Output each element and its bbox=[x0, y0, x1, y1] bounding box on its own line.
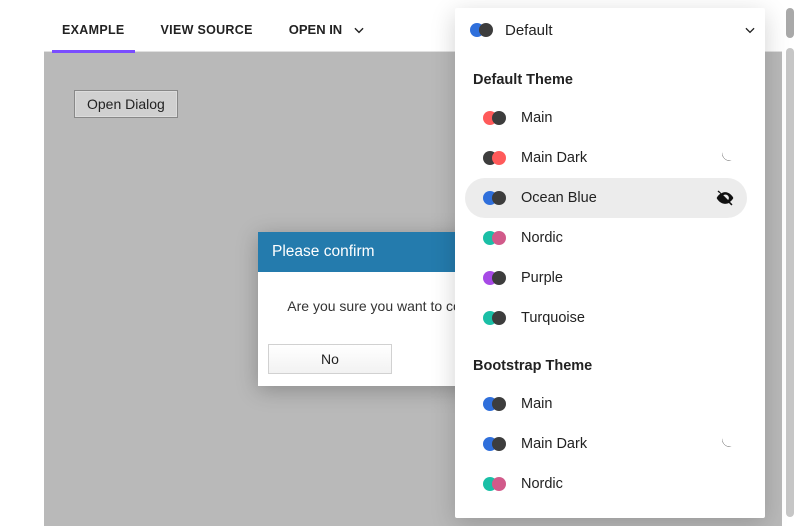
theme-option[interactable]: Turquoise bbox=[465, 298, 747, 338]
theme-option-label: Turquoise bbox=[521, 310, 585, 326]
theme-option-label: Nordic bbox=[521, 230, 563, 246]
eye-off-icon bbox=[715, 188, 735, 208]
theme-option-label: Main bbox=[521, 396, 552, 412]
theme-swatch bbox=[483, 231, 521, 245]
tab-view-source[interactable]: VIEW SOURCE bbox=[143, 8, 271, 52]
theme-option[interactable]: Nordic bbox=[465, 218, 747, 258]
theme-select-trigger[interactable]: Default bbox=[455, 8, 765, 52]
theme-option-label: Purple bbox=[521, 270, 563, 286]
theme-option-label: Main Dark bbox=[521, 436, 587, 452]
theme-swatch bbox=[483, 311, 521, 325]
tab-example[interactable]: EXAMPLE bbox=[44, 8, 143, 52]
theme-swatch bbox=[483, 477, 521, 491]
theme-swatch bbox=[483, 111, 521, 125]
theme-option[interactable]: Ocean Blue bbox=[465, 178, 747, 218]
theme-option[interactable]: Main bbox=[465, 384, 747, 424]
moon-icon bbox=[715, 148, 735, 168]
theme-option[interactable]: Main Dark bbox=[465, 138, 747, 178]
theme-group-title: Default Theme bbox=[455, 52, 757, 98]
theme-option-label: Nordic bbox=[521, 476, 563, 492]
selected-theme-swatch bbox=[470, 23, 493, 37]
theme-group-title: Bootstrap Theme bbox=[455, 338, 757, 384]
page-scrollbar-track bbox=[786, 48, 794, 517]
theme-option-label: Main bbox=[521, 110, 552, 126]
chevron-down-icon bbox=[743, 23, 757, 37]
selected-theme-name: Default bbox=[505, 22, 553, 39]
theme-option-label: Ocean Blue bbox=[521, 190, 597, 206]
theme-option-list[interactable]: Default Theme Main Main Dark Ocean Blue Nord… bbox=[455, 52, 757, 518]
open-in-label: OPEN IN bbox=[289, 22, 342, 37]
theme-dropdown-panel: Default Default Theme Main Main Dark Ocean … bbox=[455, 8, 765, 518]
chevron-down-icon bbox=[352, 23, 366, 37]
theme-swatch bbox=[483, 397, 521, 411]
open-in-button[interactable]: OPEN IN bbox=[271, 22, 384, 37]
open-dialog-button[interactable]: Open Dialog bbox=[74, 90, 178, 118]
theme-option[interactable]: Purple bbox=[465, 258, 747, 298]
theme-swatch bbox=[483, 437, 521, 451]
theme-option[interactable]: Nordic bbox=[465, 464, 747, 504]
theme-swatch bbox=[483, 191, 521, 205]
theme-option-label: Main Dark bbox=[521, 150, 587, 166]
theme-swatch bbox=[483, 271, 521, 285]
moon-icon bbox=[715, 434, 735, 454]
theme-option[interactable]: Main bbox=[465, 98, 747, 138]
theme-option[interactable]: Main Dark bbox=[465, 424, 747, 464]
no-button[interactable]: No bbox=[268, 344, 392, 374]
theme-swatch bbox=[483, 151, 521, 165]
page-scrollbar-thumb[interactable] bbox=[786, 8, 794, 38]
